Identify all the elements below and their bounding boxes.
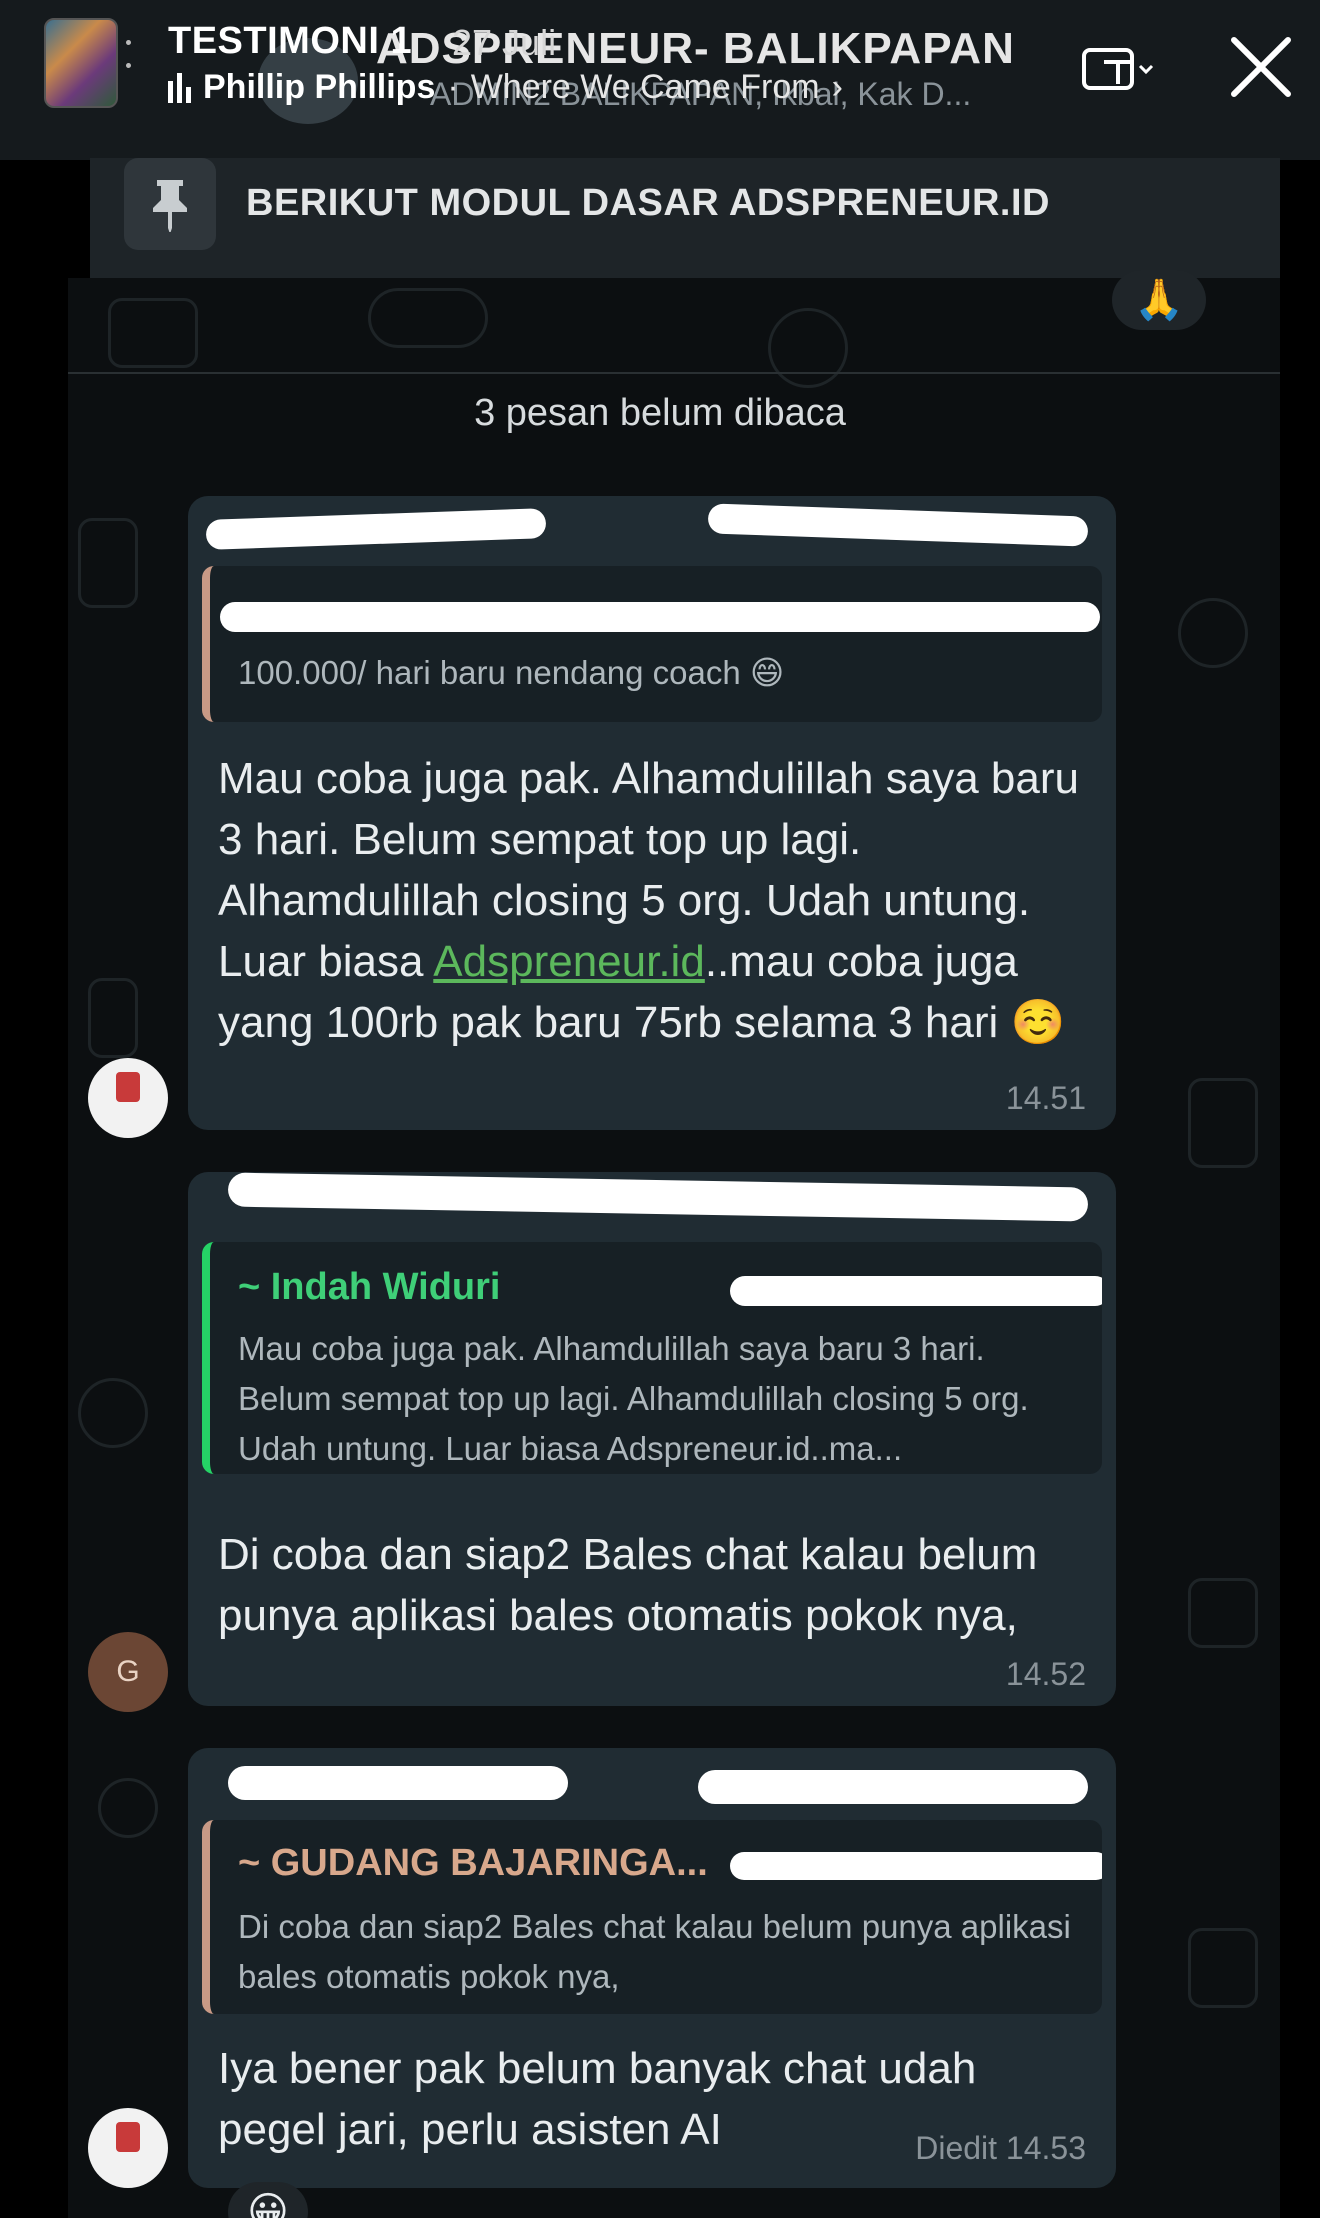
redaction-scribble xyxy=(205,508,547,550)
redaction-scribble xyxy=(707,503,1089,547)
message-time: 14.52 xyxy=(1005,1656,1086,1692)
sender-avatar[interactable] xyxy=(88,2108,168,2188)
redaction-scribble xyxy=(730,1852,1102,1880)
message-reaction[interactable]: 😀 xyxy=(228,2182,308,2218)
message-bubble[interactable]: ~ Indah Widuri Mau coba juga pak. Alhamd… xyxy=(188,1172,1116,1706)
message-time: 14.51 xyxy=(1005,1080,1086,1116)
redaction-scribble xyxy=(698,1770,1088,1804)
pinned-text: BERIKUT MODUL DASAR ADSPRENEUR.ID xyxy=(246,182,1050,224)
quoted-message[interactable]: ~ GUDANG BAJARINGA... Di coba dan siap2 … xyxy=(202,1820,1102,2014)
story-header: TESTIMONI 1 27 Juli Phillip Phillips · W… xyxy=(0,0,1320,130)
quoted-text: 100.000/ hari baru nendang coach 😄 xyxy=(238,654,785,691)
story-thumbnail[interactable] xyxy=(44,18,118,108)
message-text: Mau coba juga pak. Alhamdulillah saya ba… xyxy=(218,748,1086,1053)
redaction-scribble xyxy=(227,1172,1089,1222)
story-music[interactable]: Phillip Phillips · Where We Came From › xyxy=(168,68,843,107)
pin-icon xyxy=(124,158,216,250)
redaction-scribble xyxy=(730,1276,1102,1306)
music-separator: · xyxy=(447,68,459,106)
message-time: Diedit 14.53 xyxy=(915,2130,1086,2166)
message-bubble[interactable]: ~ GUDANG BAJARINGA... Di coba dan siap2 … xyxy=(188,1748,1116,2188)
quoted-author: ~ GUDANG BAJARINGA... xyxy=(238,1842,708,1884)
quoted-text: Di coba dan siap2 Bales chat kalau belum… xyxy=(238,1908,1071,1995)
redaction-scribble xyxy=(220,602,1100,632)
pinned-message-bar[interactable]: BERIKUT MODUL DASAR ADSPRENEUR.ID xyxy=(90,158,1280,278)
music-artist: Phillip Phillips xyxy=(203,68,436,106)
redaction-scribble xyxy=(228,1766,568,1800)
story-date: 27 Juli xyxy=(452,22,557,63)
close-icon[interactable] xyxy=(1226,32,1296,102)
story-dots xyxy=(126,40,132,90)
pinned-reaction[interactable]: 🙏 xyxy=(1112,270,1206,330)
quoted-text: Mau coba juga pak. Alhamdulillah saya ba… xyxy=(238,1330,1029,1467)
unread-divider xyxy=(68,372,1280,374)
music-song: Where We Came From xyxy=(470,68,820,106)
sender-avatar[interactable]: G xyxy=(88,1632,168,1712)
quoted-message[interactable]: 100.000/ hari baru nendang coach 😄 xyxy=(202,566,1102,722)
message-bubble[interactable]: 100.000/ hari baru nendang coach 😄 Mau c… xyxy=(188,496,1116,1130)
chevron-right-icon: › xyxy=(831,68,843,106)
message-text: Di coba dan siap2 Bales chat kalau belum… xyxy=(218,1530,1038,1640)
story-title[interactable]: TESTIMONI 1 xyxy=(168,20,412,63)
sender-avatar[interactable] xyxy=(88,1058,168,1138)
quoted-message[interactable]: ~ Indah Widuri Mau coba juga pak. Alhamd… xyxy=(202,1242,1102,1474)
music-bars-icon xyxy=(168,72,191,103)
unread-label: 3 pesan belum dibaca xyxy=(474,392,846,434)
message-link[interactable]: Adspreneur.id xyxy=(433,937,705,986)
cast-icon[interactable] xyxy=(1080,42,1160,98)
quoted-author: ~ Indah Widuri xyxy=(238,1266,501,1308)
